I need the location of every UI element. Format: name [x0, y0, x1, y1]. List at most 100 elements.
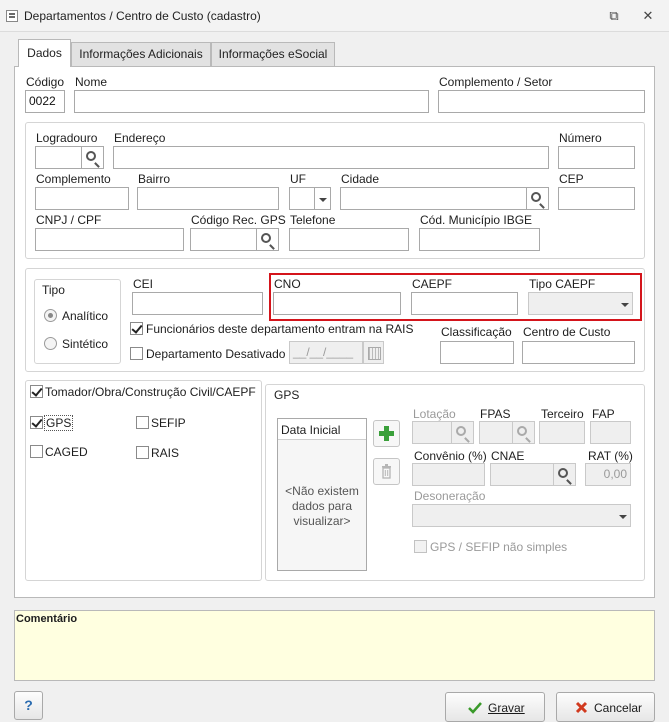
app-icon [6, 10, 18, 22]
centro-custo-field[interactable] [522, 341, 635, 364]
caged-checkbox-label: CAGED [45, 445, 88, 459]
gps-list-header[interactable]: Data Inicial [278, 419, 366, 440]
checkmark-icon [468, 702, 482, 714]
complemento-setor-label: Complemento / Setor [439, 75, 553, 89]
search-icon [261, 233, 271, 243]
search-icon [531, 192, 541, 202]
nao-simples-label: GPS / SEFIP não simples [430, 540, 568, 554]
cancel-button[interactable]: Cancelar [556, 692, 655, 722]
comment-label: Comentário [16, 613, 78, 625]
rais-tomador-checkbox[interactable] [136, 446, 149, 459]
search-icon [558, 468, 568, 478]
lotacao-field[interactable] [412, 421, 452, 444]
fap-field[interactable] [590, 421, 631, 444]
uf-select[interactable] [289, 187, 315, 210]
plus-icon [379, 426, 394, 441]
cep-field[interactable] [558, 187, 635, 210]
cno-label: CNO [274, 277, 301, 291]
cod-municipio-label: Cód. Município IBGE [420, 213, 533, 227]
numero-field[interactable] [558, 146, 635, 169]
codigo-field[interactable]: 0022 [25, 90, 65, 113]
fpas-field[interactable] [479, 421, 513, 444]
classificacao-field[interactable] [440, 341, 514, 364]
fap-label: FAP [592, 407, 615, 421]
tab-informacoes-esocial[interactable]: Informações eSocial [211, 42, 335, 66]
telefone-field[interactable] [289, 228, 409, 251]
gps-list-empty-text: <Não existem dados para visualizar> [285, 484, 359, 528]
cei-field[interactable] [132, 292, 263, 315]
terceiro-field[interactable] [539, 421, 585, 444]
convenio-label: Convênio (%) [414, 449, 487, 463]
tipo-caepf-select[interactable] [528, 292, 618, 315]
endereco-field[interactable] [113, 146, 549, 169]
cno-field[interactable] [273, 292, 401, 315]
trash-icon [382, 464, 391, 479]
complemento-field[interactable] [35, 187, 129, 210]
cidade-field[interactable] [340, 187, 527, 210]
bairro-field[interactable] [137, 187, 279, 210]
tipo-analitico-radio[interactable] [44, 309, 57, 322]
tomador-label: Tomador/Obra/Construção Civil/CAEPF [45, 385, 256, 399]
search-icon [456, 426, 466, 436]
cancel-label: Cancelar [594, 701, 643, 715]
desativado-date-field[interactable]: __/__/____ [289, 341, 363, 364]
tipo-caepf-chevron-icon[interactable] [617, 292, 633, 315]
terceiro-label: Terceiro [541, 407, 584, 421]
cnpj-cpf-field[interactable] [35, 228, 184, 251]
help-button[interactable]: ? [14, 691, 43, 720]
rat-field[interactable]: 0,00 [585, 463, 631, 486]
desoneracao-select[interactable] [412, 504, 616, 527]
tipo-label: Tipo [42, 283, 65, 297]
tomador-checkbox[interactable] [30, 385, 43, 398]
comment-area[interactable] [14, 610, 655, 681]
codigo-rec-gps-search-button[interactable] [257, 228, 279, 251]
fpas-search-button[interactable] [513, 421, 535, 444]
tab-informacoes-adicionais[interactable]: Informações Adicionais [71, 42, 211, 66]
cep-label: CEP [559, 172, 584, 186]
gps-checkbox[interactable] [30, 416, 43, 429]
desoneracao-label: Desoneração [414, 489, 486, 503]
nao-simples-checkbox[interactable] [414, 540, 427, 553]
codigo-rec-gps-label: Código Rec. GPS [191, 213, 286, 227]
sefip-checkbox[interactable] [136, 416, 149, 429]
save-label: Gravar [488, 701, 525, 715]
complemento-label: Complemento [36, 172, 111, 186]
search-icon [86, 151, 96, 161]
calendar-icon[interactable] [363, 341, 384, 364]
save-button[interactable]: Gravar [445, 692, 545, 722]
cidade-search-button[interactable] [527, 187, 549, 210]
rais-checkbox[interactable] [130, 322, 143, 335]
nome-field[interactable] [74, 90, 429, 113]
convenio-field[interactable] [412, 463, 485, 486]
cnae-label: CNAE [491, 449, 525, 463]
desativado-checkbox-label: Departamento Desativado [146, 347, 286, 361]
complemento-setor-field[interactable] [438, 90, 645, 113]
desativado-checkbox[interactable] [130, 347, 143, 360]
close-icon[interactable]: ✕ [640, 8, 656, 24]
logradouro-search-button[interactable] [82, 146, 104, 169]
caepf-field[interactable] [411, 292, 518, 315]
cnae-field[interactable] [490, 463, 554, 486]
delete-gps-button[interactable] [373, 458, 400, 485]
rais-tomador-checkbox-label: RAIS [151, 446, 180, 460]
rat-label: RAT (%) [588, 449, 633, 463]
endereco-label: Endereço [114, 131, 166, 145]
logradouro-field[interactable] [35, 146, 82, 169]
caged-checkbox[interactable] [30, 445, 43, 458]
logradouro-label: Logradouro [36, 131, 98, 145]
codigo-label: Código [26, 75, 65, 89]
tipo-analitico-label: Analítico [62, 309, 109, 323]
codigo-rec-gps-field[interactable] [190, 228, 257, 251]
desoneracao-chevron-icon[interactable] [615, 504, 631, 527]
tipo-sintetico-radio[interactable] [44, 337, 57, 350]
lotacao-label: Lotação [413, 407, 456, 421]
add-gps-button[interactable] [373, 420, 400, 447]
cnae-search-button[interactable] [554, 463, 576, 486]
restore-icon[interactable]: ⧉ [606, 8, 622, 24]
rais-checkbox-label: Funcionários deste departamento entram n… [146, 322, 414, 336]
tab-dados[interactable]: Dados [18, 39, 71, 67]
cod-municipio-field[interactable] [419, 228, 540, 251]
lotacao-search-button[interactable] [452, 421, 474, 444]
tomador-group [25, 380, 262, 581]
uf-dropdown-chevron-icon[interactable] [315, 187, 331, 210]
